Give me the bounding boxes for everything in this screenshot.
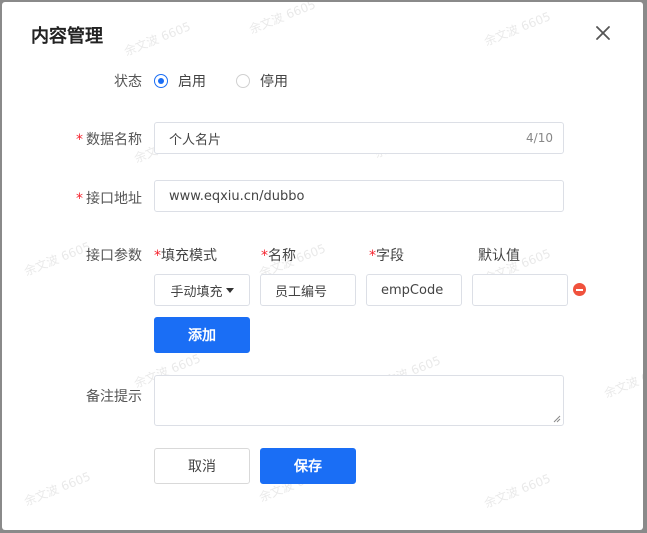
param-field-input[interactable]: empCode [366,274,462,306]
watermark: 余文波 6605 [602,361,643,401]
status-enabled-radio[interactable]: 启用 [154,71,206,91]
remove-row-icon[interactable] [573,283,586,296]
column-header-default-value: 默认值 [478,248,520,264]
radio-checked-icon [154,74,168,88]
caret-down-icon [225,287,234,293]
data-name-input[interactable]: 个人名片 4/10 [154,122,564,154]
content-management-dialog: 余文波 6605 余文波 6605 余文波 6605 余文波 6605 余文波 … [2,2,643,530]
api-params-label: 接口参数 [86,248,142,264]
remark-textarea[interactable] [154,375,564,426]
data-name-label: * 数据名称 [76,132,142,148]
save-button[interactable]: 保存 [260,448,356,484]
watermark: 余文波 6605 [22,469,93,509]
watermark: 余文波 6605 [247,2,318,37]
dialog-title: 内容管理 [31,26,103,47]
column-header-fill-mode: *填充模式 [154,248,217,264]
char-counter: 4/10 [526,131,553,145]
column-header-name: *名称 [261,248,296,264]
api-url-input[interactable]: www.eqxiu.cn/dubbo [154,180,564,212]
param-default-input[interactable] [472,274,568,306]
remark-label: 备注提示 [86,389,142,405]
fill-mode-select[interactable]: 手动填充 [154,274,250,306]
status-label: 状态 [114,74,142,90]
add-param-button[interactable]: 添加 [154,317,250,353]
cancel-button[interactable]: 取消 [154,448,250,484]
radio-unchecked-icon [236,74,250,88]
watermark: 余文波 6605 [122,19,193,59]
column-header-field: *字段 [369,248,404,264]
close-icon[interactable] [592,22,614,44]
watermark: 余文波 6605 [482,9,553,49]
api-url-label: * 接口地址 [76,191,142,207]
resize-grip-icon[interactable] [553,415,561,423]
watermark: 余文波 6605 [482,471,553,511]
status-disabled-radio[interactable]: 停用 [236,71,288,91]
param-name-input[interactable]: 员工编号 [260,274,356,306]
